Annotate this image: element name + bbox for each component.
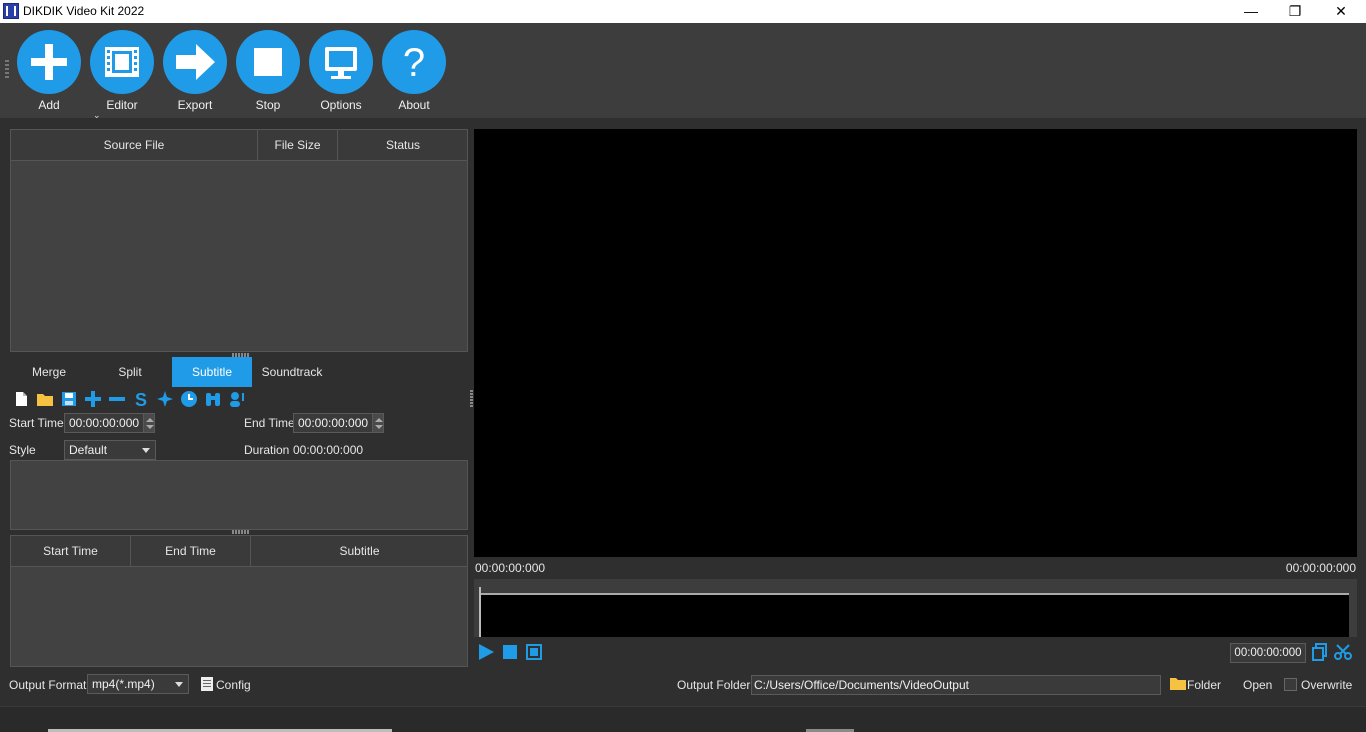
column-source-file[interactable]: Source File (11, 130, 258, 161)
column-start-time[interactable]: Start Time (11, 536, 131, 567)
fullscreen-icon[interactable] (525, 643, 543, 661)
timeline-end-time: 00:00:00:000 (1285, 561, 1356, 575)
open-button[interactable]: Open (1243, 678, 1272, 692)
tool-tabs: Merge Split Subtitle Soundtrack (10, 357, 468, 387)
start-time-label: Start Time (9, 416, 64, 430)
svg-text:?: ? (403, 41, 425, 85)
output-format-label: Output Format (9, 678, 87, 692)
options-button[interactable]: Options (309, 30, 373, 115)
subtitle-splitter[interactable] (232, 530, 250, 534)
timeline-track[interactable] (479, 593, 1349, 637)
timeline-start-time: 00:00:00:000 (475, 561, 546, 575)
folder-button[interactable]: Folder (1187, 678, 1221, 692)
copy-icon[interactable] (1311, 643, 1329, 661)
subtitle-table[interactable]: Start Time End Time Subtitle (10, 535, 468, 667)
end-time-spinner[interactable] (372, 413, 384, 433)
source-file-table[interactable]: Source File File Size Status (10, 129, 468, 352)
title-bar: DIKDIK Video Kit 2022 — ❐ ✕ (0, 0, 1366, 23)
source-table-header: Source File File Size Status (11, 130, 467, 161)
stop-icon (254, 48, 282, 76)
duration-label: Duration (244, 443, 290, 457)
dollar-s-icon[interactable]: S (132, 390, 150, 408)
stop-playback-icon[interactable] (501, 643, 519, 661)
sparkle-icon[interactable] (156, 390, 174, 408)
folder-icon[interactable] (1170, 677, 1186, 691)
subtitle-text-input[interactable] (10, 460, 468, 530)
stop-button[interactable]: Stop (236, 30, 300, 115)
output-format-select[interactable]: mp4(*.mp4) (87, 674, 189, 694)
taskbar (0, 706, 1366, 732)
main-toolbar: Add ⌄ Editor Export Stop Options ? About (0, 23, 1366, 120)
film-icon (105, 47, 139, 77)
overwrite-label: Overwrite (1301, 678, 1353, 692)
seek-time-input[interactable]: 00:00:00:000 (1230, 643, 1306, 663)
column-end-time[interactable]: End Time (131, 536, 251, 567)
question-icon: ? (403, 41, 425, 85)
new-file-icon[interactable] (12, 390, 30, 408)
overwrite-checkbox[interactable] (1284, 678, 1297, 691)
export-label: Export (177, 98, 213, 112)
save-icon[interactable] (60, 390, 78, 408)
chevron-down-icon (142, 448, 150, 453)
binoculars-icon[interactable] (204, 390, 222, 408)
config-document-icon[interactable] (200, 676, 214, 692)
editor-label: Editor (106, 98, 138, 112)
scissors-icon[interactable] (1334, 643, 1352, 661)
start-time-input[interactable]: 00:00:00:000 (64, 413, 144, 433)
options-label: Options (320, 98, 362, 112)
export-button[interactable]: Export (163, 30, 227, 115)
app-logo-icon (3, 3, 19, 19)
timeline[interactable] (474, 579, 1357, 637)
end-time-input[interactable]: 00:00:00:000 (293, 413, 373, 433)
stop-label: Stop (255, 98, 281, 112)
end-time-label: End Time (244, 416, 295, 430)
playhead-marker[interactable] (479, 587, 481, 637)
remove-icon[interactable] (108, 390, 126, 408)
style-select-value: Default (69, 443, 108, 457)
arrow-right-icon (176, 44, 215, 80)
about-label: About (398, 98, 430, 112)
add-icon[interactable] (84, 390, 102, 408)
vertical-splitter[interactable] (470, 390, 473, 408)
close-button[interactable]: ✕ (1318, 0, 1364, 23)
start-time-spinner[interactable] (143, 413, 155, 433)
video-preview[interactable] (474, 129, 1357, 557)
add-label: Add (38, 98, 60, 112)
tab-subtitle[interactable]: Subtitle (172, 357, 252, 387)
duration-value: 00:00:00:000 (293, 443, 364, 457)
add-button[interactable]: Add ⌄ (17, 30, 101, 120)
column-subtitle[interactable]: Subtitle (251, 536, 468, 567)
editor-button[interactable]: Editor (90, 30, 154, 115)
tab-soundtrack[interactable]: Soundtrack (252, 357, 332, 387)
toolbar-grip[interactable] (5, 60, 9, 80)
speaker-person-icon[interactable] (228, 390, 246, 408)
tab-merge[interactable]: Merge (10, 357, 88, 387)
subtitle-table-header: Start Time End Time Subtitle (11, 536, 467, 567)
tab-split[interactable]: Split (91, 357, 169, 387)
output-folder-input[interactable]: C:/Users/Office/Documents/VideoOutput (751, 675, 1161, 695)
play-icon[interactable] (477, 643, 495, 661)
monitor-icon (325, 47, 357, 79)
style-label: Style (9, 443, 36, 457)
restore-button[interactable]: ❐ (1272, 0, 1318, 23)
svg-text:S: S (135, 390, 147, 408)
style-select[interactable]: Default (64, 440, 156, 460)
config-button[interactable]: Config (216, 678, 251, 692)
open-folder-icon[interactable] (36, 390, 54, 408)
clock-icon[interactable] (180, 390, 198, 408)
column-file-size[interactable]: File Size (258, 130, 338, 161)
about-button[interactable]: ? About (382, 30, 446, 115)
chevron-down-icon (175, 682, 183, 687)
column-status[interactable]: Status (338, 130, 468, 161)
output-format-value: mp4(*.mp4) (92, 677, 155, 691)
minimize-button[interactable]: — (1228, 0, 1274, 23)
plus-icon (31, 44, 67, 80)
output-folder-label: Output Folder (677, 678, 751, 692)
window-title: DIKDIK Video Kit 2022 (23, 4, 145, 18)
